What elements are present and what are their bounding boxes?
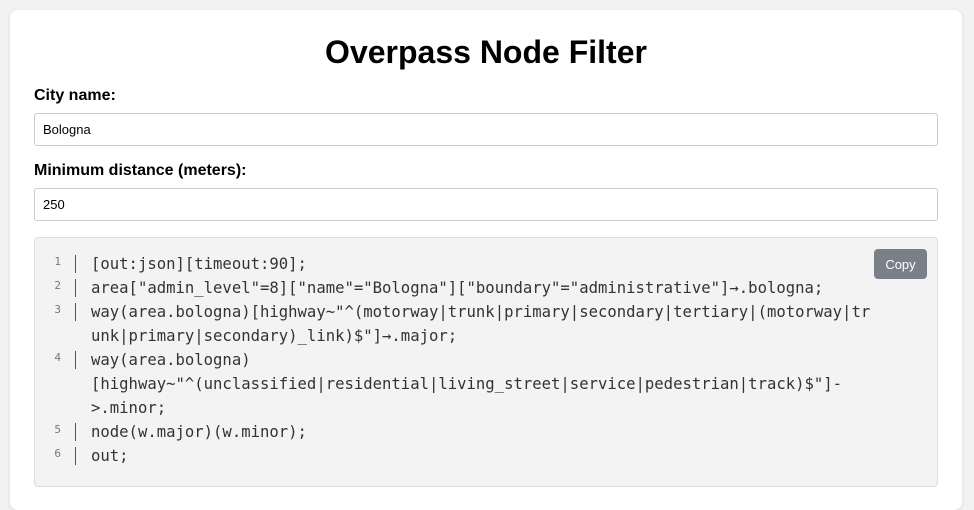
query-code-block: 1 [out:json][timeout:90]; 2 area["admin_…	[34, 237, 938, 487]
code-text: area["admin_level"=8]["name"="Bologna"][…	[91, 279, 824, 297]
main-card: Overpass Node Filter City name: Minimum …	[10, 10, 962, 510]
city-name-label: City name:	[34, 87, 116, 104]
line-number: 1	[54, 255, 61, 268]
code-text: out;	[91, 447, 129, 465]
code-text: [out:json][timeout:90];	[91, 255, 307, 273]
line-number: 3	[54, 303, 61, 316]
code-line: 4 way(area.bologna) [highway~"^(unclassi…	[35, 348, 937, 420]
code-line: 3 way(area.bologna)[highway~"^(motorway|…	[35, 300, 937, 348]
copy-button[interactable]: Copy	[874, 249, 927, 279]
min-distance-input[interactable]	[34, 188, 938, 221]
code-line: 1 [out:json][timeout:90];	[35, 252, 937, 276]
line-number: 2	[54, 279, 61, 292]
line-number: 4	[54, 351, 61, 364]
code-text: way(area.bologna)[highway~"^(motorway|tr…	[91, 303, 871, 345]
line-number: 5	[54, 423, 61, 436]
code-line: 2 area["admin_level"=8]["name"="Bologna"…	[35, 276, 937, 300]
min-distance-label: Minimum distance (meters):	[34, 162, 247, 179]
city-name-input[interactable]	[34, 113, 938, 146]
code-line: 5 node(w.major)(w.minor);	[35, 420, 937, 444]
page-title: Overpass Node Filter	[325, 34, 647, 70]
code-line: 6 out;	[35, 444, 937, 468]
code-lines: 1 [out:json][timeout:90]; 2 area["admin_…	[35, 252, 937, 468]
code-text: node(w.major)(w.minor);	[91, 423, 307, 441]
code-text: way(area.bologna) [highway~"^(unclassifi…	[91, 351, 843, 417]
line-number: 6	[54, 447, 61, 460]
